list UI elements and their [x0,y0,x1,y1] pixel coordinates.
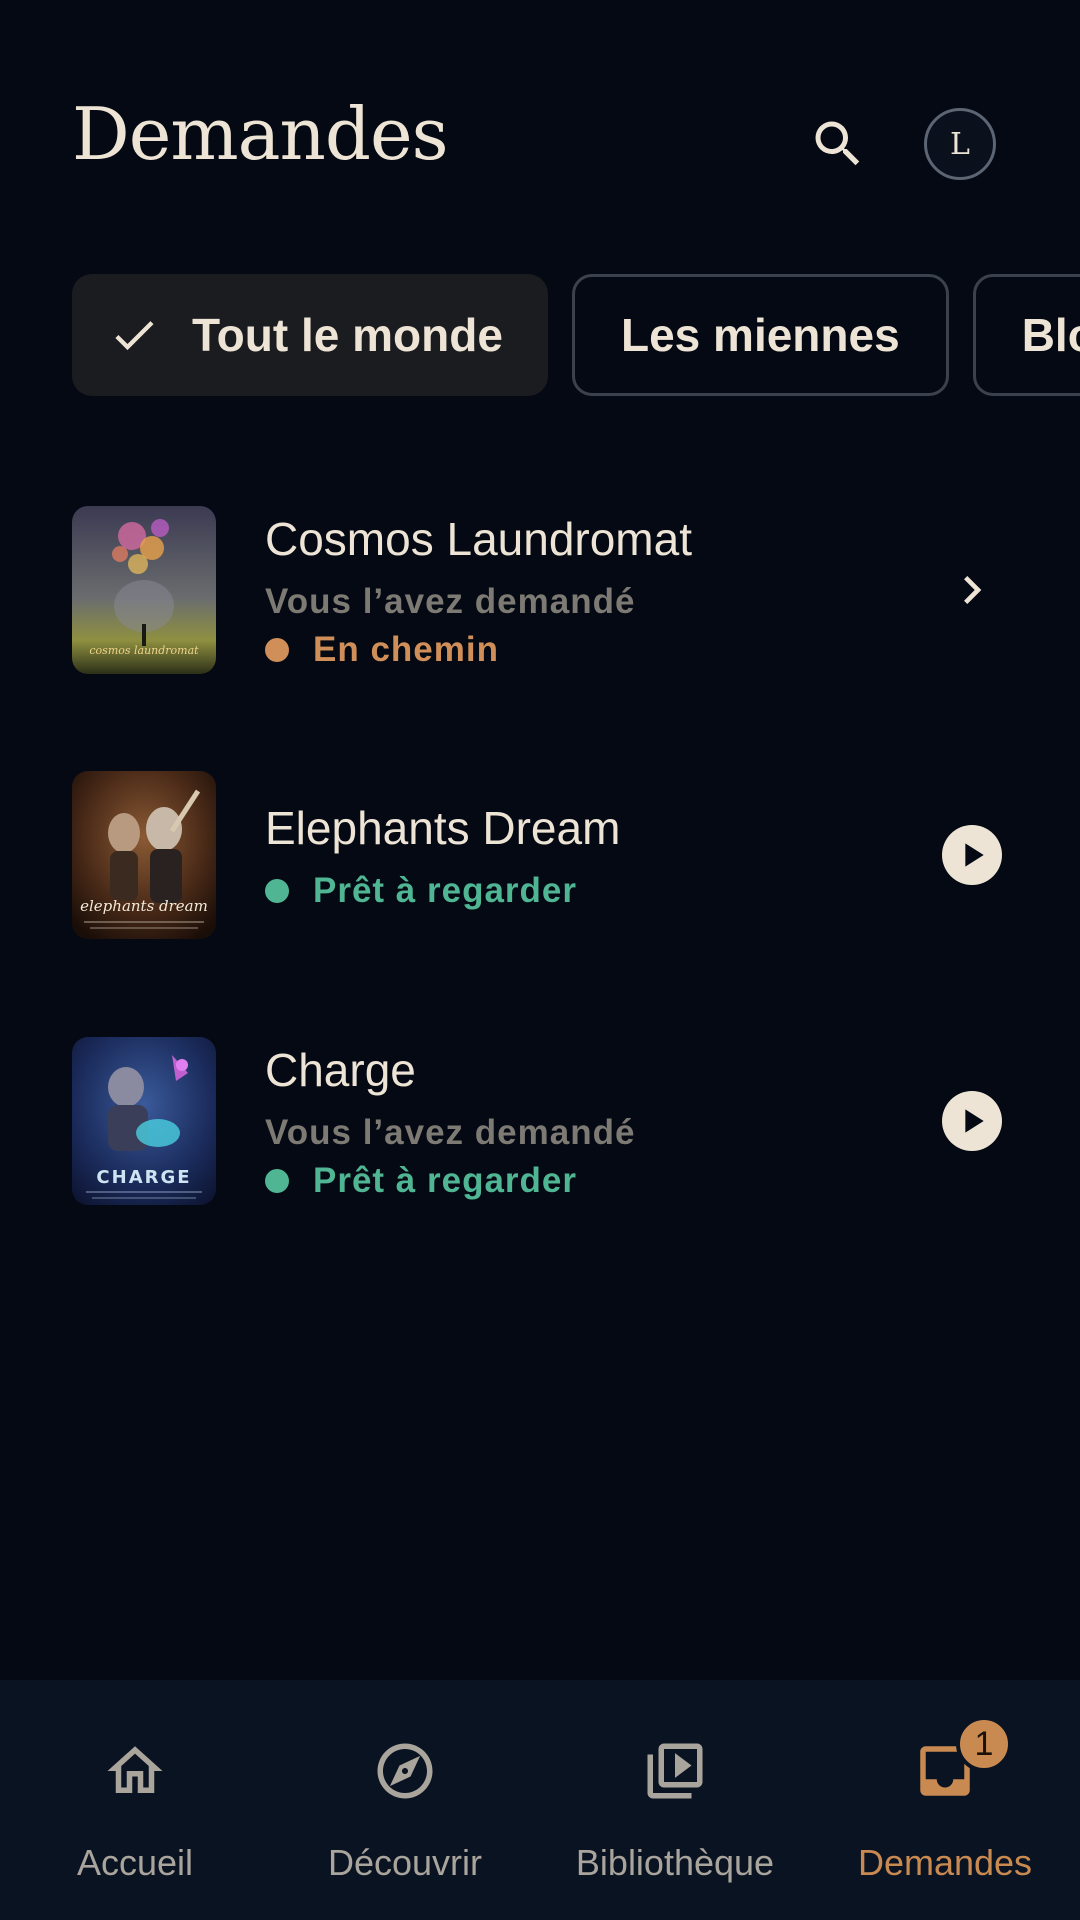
request-status-label: Prêt à regarder [313,1161,578,1200]
library-icon [640,1736,710,1806]
page-title: Demandes [72,92,449,176]
request-title: Cosmos Laundromat [265,513,692,565]
request-subtitle: Vous l’avez demandé [265,1113,636,1152]
filter-chip-label: Les miennes [621,309,900,361]
inbox-icon: 1 [910,1716,1012,1806]
request-item-charge[interactable]: CHARGE Charge Vous l’avez demandé Prêt à… [0,1037,1080,1205]
request-status-label: Prêt à regarder [313,871,578,910]
filter-chip-label: Bloqué [1021,309,1080,361]
chevron-right-icon [964,576,982,604]
nav-item-bibliotheque[interactable]: Bibliothèque [540,1680,810,1920]
poster-elephants-dream: elephants dream [72,771,216,939]
poster-title-text: cosmos laundromat [89,644,199,657]
bottom-navigation: Accueil Découvrir Bibliothèque 1 Demande… [0,1680,1080,1920]
poster-cosmos-laundromat: cosmos laundromat [72,506,216,674]
status-dot [265,638,289,662]
request-subtitle: Vous l’avez demandé [265,582,636,621]
nav-label: Bibliothèque [575,1842,775,1883]
status-dot [265,879,289,903]
nav-label: Demandes [857,1842,1033,1883]
request-title: Charge [265,1044,416,1096]
filter-chip-mine[interactable]: Les miennes [572,274,949,396]
poster-title-text: elephants dream [80,897,208,915]
nav-item-decouvrir[interactable]: Découvrir [270,1680,540,1920]
compass-icon [370,1736,440,1806]
request-status-label: En chemin [313,630,499,669]
search-icon [815,121,860,166]
nav-label: Découvrir [327,1842,483,1883]
user-avatar[interactable]: L [924,108,996,180]
play-button[interactable] [942,825,1002,885]
nav-item-demandes[interactable]: 1 Demandes [810,1680,1080,1920]
poster-charge: CHARGE [72,1037,216,1205]
request-status: En chemin [265,630,499,670]
filter-chips: Tout le monde Les miennes Bloqué [72,274,1080,398]
status-dot [265,1169,289,1193]
play-button[interactable] [942,1091,1002,1151]
request-item-elephants-dream[interactable]: elephants dream Elephants Dream Prêt à r… [0,771,1080,939]
play-icon [965,1109,984,1133]
notification-badge: 1 [956,1716,1012,1772]
home-icon [100,1736,170,1806]
request-item-cosmos-laundromat[interactable]: cosmos laundromat Cosmos Laundromat Vous… [0,506,1080,674]
filter-chip-label: Tout le monde [192,309,503,361]
search-button[interactable] [806,112,870,176]
request-title: Elephants Dream [265,802,621,854]
nav-item-accueil[interactable]: Accueil [0,1680,270,1920]
requests-screen: Demandes L Tout le monde Les miennes Blo… [0,0,1080,1920]
nav-label: Accueil [76,1842,194,1883]
filter-chip-blocked[interactable]: Bloqué [972,274,1080,396]
play-icon [965,843,984,867]
request-status: Prêt à regarder [265,1161,577,1201]
filter-chip-everyone[interactable]: Tout le monde [72,274,548,396]
poster-title-text: CHARGE [96,1167,191,1188]
check-icon [108,309,160,361]
open-details-button[interactable] [942,560,1002,620]
request-status: Prêt à regarder [265,871,577,911]
